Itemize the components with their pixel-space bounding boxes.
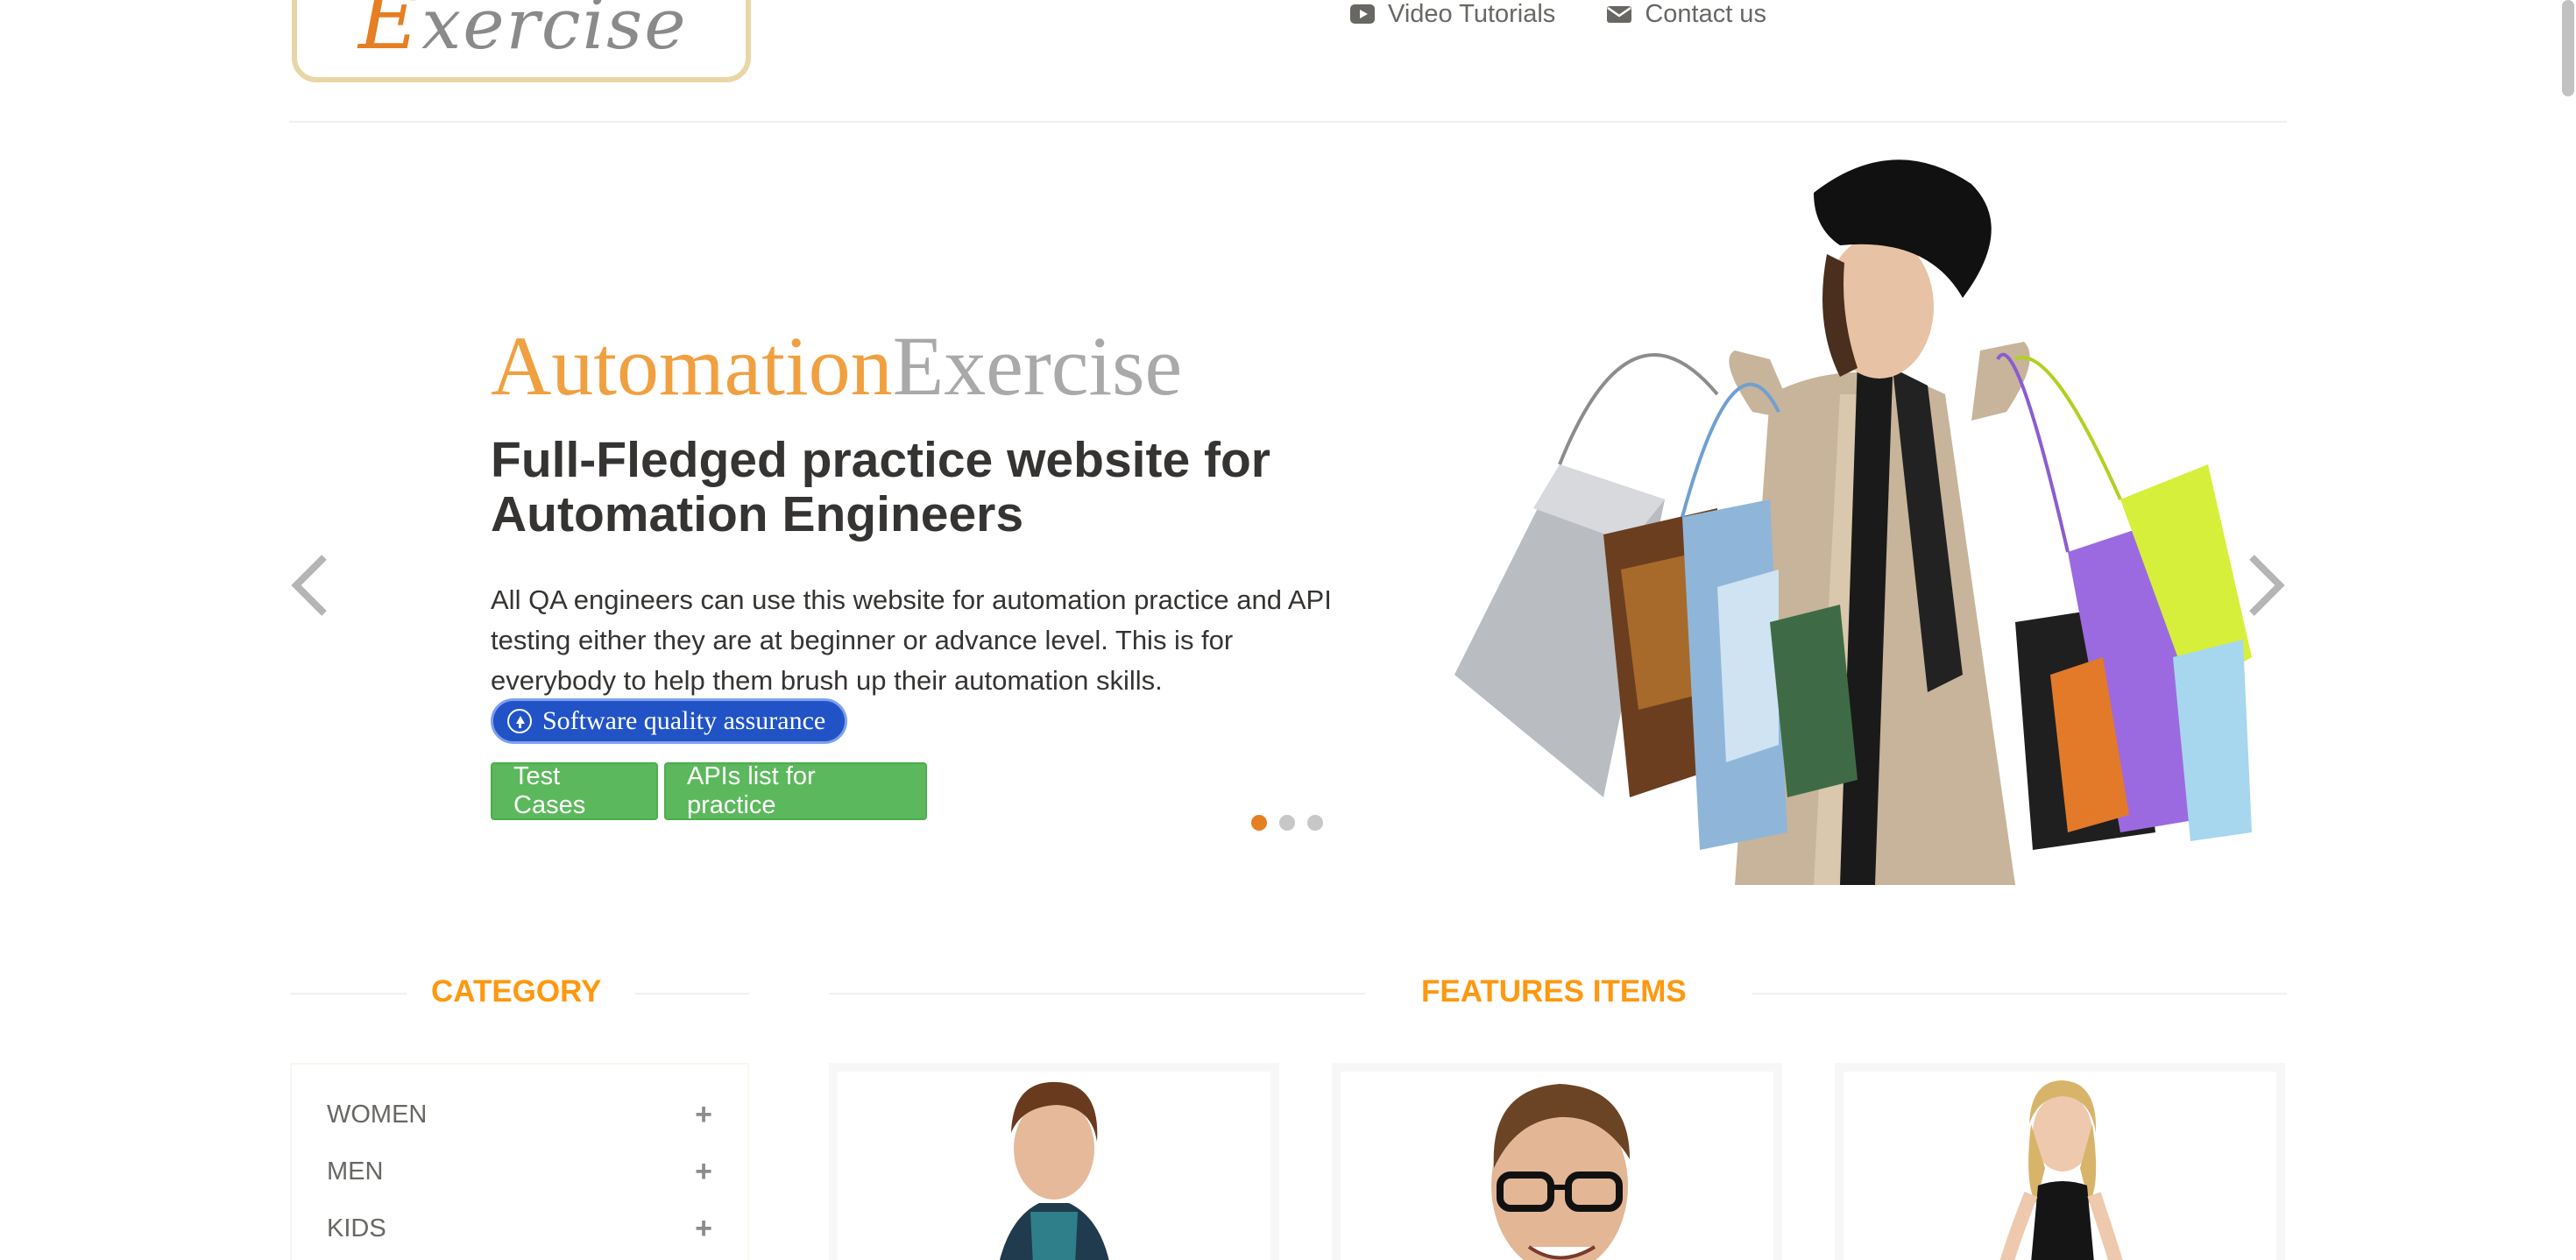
top-nav: Video Tutorials Contact us <box>1349 0 1766 28</box>
plus-icon[interactable]: + <box>695 1100 712 1129</box>
envelope-icon <box>1607 6 1632 23</box>
product-card-2[interactable] <box>1332 1063 1782 1260</box>
slider-description: All QA engineers can use this website fo… <box>491 584 1332 696</box>
header-divider <box>289 121 2287 123</box>
product-card-1[interactable] <box>829 1063 1279 1260</box>
apis-list-button[interactable]: APIs list for practice <box>664 762 927 820</box>
category-item-men[interactable]: MEN + <box>327 1157 712 1186</box>
slider-indicators <box>1251 815 1323 831</box>
nav-video-tutorials-label: Video Tutorials <box>1388 0 1556 28</box>
features-title-line-right <box>1752 993 2287 995</box>
category-title: CATEGORY <box>431 974 602 1009</box>
category-item-label: MEN <box>327 1157 384 1186</box>
slide-indicator-1[interactable] <box>1251 815 1267 831</box>
features-title-line-left <box>829 993 1365 995</box>
product-card-3[interactable] <box>1835 1063 2285 1260</box>
slide-indicator-2[interactable] <box>1279 815 1295 831</box>
category-item-label: WOMEN <box>327 1100 428 1129</box>
category-title-line-right <box>635 993 749 995</box>
test-cases-button[interactable]: Test Cases <box>491 762 658 820</box>
youtube-icon <box>1350 4 1375 24</box>
page: Exercise Video Tutorials Contact us Auto… <box>0 0 2576 1260</box>
product-image-2 <box>1491 1084 1630 1260</box>
nav-contact-us[interactable]: Contact us <box>1606 0 1766 28</box>
nav-video-tutorials[interactable]: Video Tutorials <box>1349 0 1555 28</box>
page-scrollbar[interactable] <box>2562 0 2574 96</box>
slider-prev-arrow-icon[interactable] <box>289 552 331 619</box>
product-image-1 <box>999 1081 1109 1260</box>
software-quality-assurance-chip[interactable]: Software quality assurance <box>491 698 848 744</box>
logo-text: Exercise <box>358 0 688 68</box>
category-title-line-left <box>290 993 407 995</box>
category-item-kids[interactable]: KIDS + <box>327 1214 712 1243</box>
product-image-3 <box>1999 1080 2123 1260</box>
plus-icon[interactable]: + <box>695 1157 712 1186</box>
slider-headline: Full-Fledged practice website for Automa… <box>491 432 1270 542</box>
slide-indicator-3[interactable] <box>1307 815 1323 831</box>
category-panel: WOMEN + MEN + KIDS + <box>290 1063 749 1260</box>
category-item-label: KIDS <box>327 1214 386 1242</box>
features-title: FEATURES ITEMS <box>1421 974 1687 1009</box>
arrow-circle-up-icon <box>507 709 532 733</box>
site-logo[interactable]: Exercise <box>292 0 751 82</box>
chip-label: Software quality assurance <box>542 706 826 735</box>
plus-icon[interactable]: + <box>695 1214 712 1243</box>
nav-contact-us-label: Contact us <box>1645 0 1766 28</box>
category-item-women[interactable]: WOMEN + <box>327 1100 712 1129</box>
slider-brand: AutomationExercise <box>491 319 1183 413</box>
hero-model-image <box>1454 159 2252 885</box>
